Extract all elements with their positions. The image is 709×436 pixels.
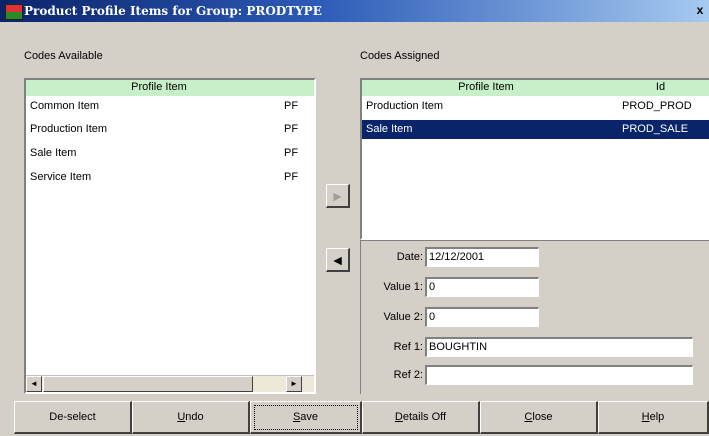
close-icon[interactable]: x xyxy=(693,3,707,17)
ref1-label: Ref 1: xyxy=(393,341,423,353)
list-header: Profile Item Id xyxy=(362,80,709,96)
item-name: Sale Item xyxy=(366,123,413,135)
codes-available-label: Codes Available xyxy=(24,50,103,62)
list-item-selected[interactable]: Sale Item PROD_SALE xyxy=(362,120,709,139)
close-label: lose xyxy=(532,411,553,423)
codes-available-list[interactable]: Profile Item Common Item PF Production I… xyxy=(24,78,316,394)
date-field[interactable]: 12/12/2001 xyxy=(425,247,539,267)
ref2-field[interactable] xyxy=(425,365,693,385)
codes-assigned-label: Codes Assigned xyxy=(360,50,440,62)
date-label: Date: xyxy=(396,251,423,263)
ref2-label: Ref 2: xyxy=(393,369,423,381)
column-header-profile-item[interactable]: Profile Item xyxy=(362,81,610,93)
item-name: Common Item xyxy=(30,100,100,112)
help-label: elp xyxy=(649,411,665,423)
save-label: ave xyxy=(300,411,319,423)
undo-label: ndo xyxy=(185,411,204,423)
ref1-field[interactable]: BOUGHTIN xyxy=(425,337,693,357)
item-id: PROD_PROD xyxy=(622,100,692,112)
item-name: Production Item xyxy=(30,123,108,135)
list-item[interactable]: Production Item PF xyxy=(26,120,314,139)
list-header: Profile Item xyxy=(26,80,314,96)
title-bar: Product Profile Items for Group: PRODTYP… xyxy=(0,0,709,22)
help-button[interactable]: Help xyxy=(598,401,709,434)
list-item[interactable]: Service Item PF xyxy=(26,168,314,187)
close-button[interactable]: Close xyxy=(480,401,598,434)
assign-button[interactable]: ► xyxy=(326,184,350,208)
deselect-button[interactable]: De-select xyxy=(14,401,132,434)
details-mnemonic: D xyxy=(394,411,403,423)
unassign-button[interactable]: ◄ xyxy=(326,248,350,272)
value1-field[interactable]: 0 xyxy=(425,277,539,297)
item-name: Production Item xyxy=(366,100,444,112)
column-header-id[interactable]: Id xyxy=(612,81,709,93)
item-name: Sale Item xyxy=(30,147,77,159)
scroll-thumb[interactable] xyxy=(43,376,253,392)
horizontal-scrollbar[interactable]: ◄ ► xyxy=(26,375,314,392)
undo-button[interactable]: Undo xyxy=(132,401,250,434)
details-off-button[interactable]: Details Off xyxy=(362,401,480,434)
item-id: PF xyxy=(284,123,299,135)
item-id: PF xyxy=(284,100,299,112)
item-id: PROD_SALE xyxy=(622,123,689,135)
details-label: etails Off xyxy=(402,411,447,423)
button-bar: De-select Undo Save Details Off Close He… xyxy=(0,401,709,436)
item-id: PF xyxy=(284,147,299,159)
save-button[interactable]: Save xyxy=(250,401,362,434)
codes-assigned-list[interactable]: Profile Item Id Production Item PROD_PRO… xyxy=(360,78,709,240)
list-item[interactable]: Sale Item PF xyxy=(26,144,314,163)
scroll-left-icon[interactable]: ◄ xyxy=(26,376,42,392)
details-panel: Date: 12/12/2001 Value 1: 0 Value 2: 0 R… xyxy=(360,240,709,394)
list-item[interactable]: Common Item PF xyxy=(26,97,314,116)
item-name: Service Item xyxy=(30,171,92,183)
scroll-right-icon[interactable]: ► xyxy=(286,376,302,392)
window-title: Product Profile Items for Group: PRODTYP… xyxy=(24,4,322,18)
column-header-profile-item[interactable]: Profile Item xyxy=(26,81,292,93)
app-icon xyxy=(5,4,23,20)
list-item[interactable]: Production Item PROD_PROD xyxy=(362,97,709,116)
item-id: PF xyxy=(284,171,299,183)
value1-label: Value 1: xyxy=(383,281,423,293)
help-mnemonic: H xyxy=(641,411,650,423)
deselect-label: De-select xyxy=(49,411,96,423)
value2-label: Value 2: xyxy=(383,311,423,323)
value2-field[interactable]: 0 xyxy=(425,307,539,327)
